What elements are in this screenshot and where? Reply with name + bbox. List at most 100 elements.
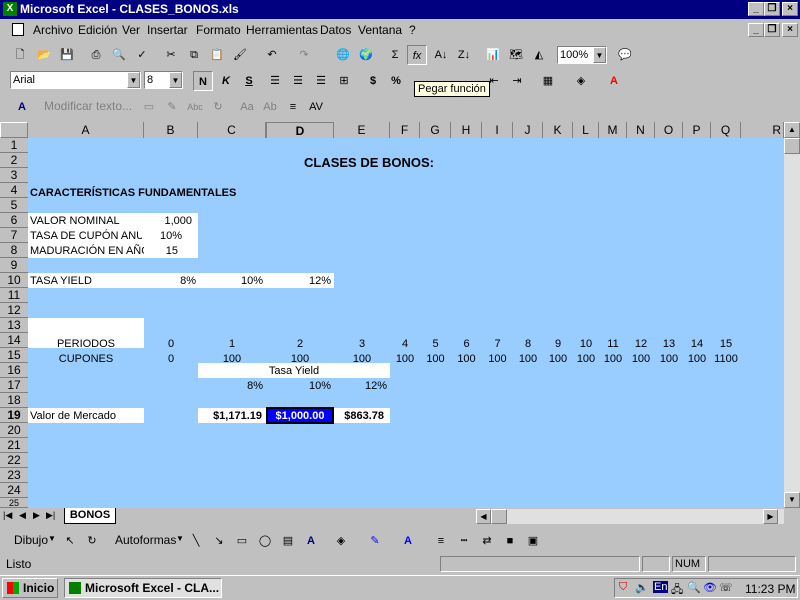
row-header[interactable]: 20: [0, 423, 28, 438]
column-header[interactable]: E: [334, 122, 390, 138]
close-button[interactable]: ×: [782, 2, 798, 16]
zoom-select[interactable]: 100% ▼: [557, 46, 607, 64]
font-select[interactable]: Arial ▼: [10, 71, 141, 89]
column-header[interactable]: A: [28, 122, 144, 138]
row-header[interactable]: 2: [0, 153, 28, 168]
language-indicator[interactable]: En: [653, 581, 669, 593]
scroll-left-button[interactable]: ◀: [476, 509, 491, 524]
row-header[interactable]: 19: [0, 408, 28, 423]
cell-value[interactable]: 3: [334, 337, 390, 351]
column-header[interactable]: J: [513, 122, 543, 138]
same-height-icon[interactable]: Aa: [237, 97, 257, 117]
scroll-thumb[interactable]: [784, 138, 800, 154]
column-header[interactable]: D: [266, 122, 334, 138]
cell-value[interactable]: 15: [711, 337, 741, 351]
row-header[interactable]: 13: [0, 318, 28, 333]
cell-value[interactable]: 8%: [144, 274, 196, 288]
bold-icon[interactable]: N: [193, 71, 213, 91]
sort-descending-icon[interactable]: Z↓: [454, 45, 474, 65]
scroll-down-button[interactable]: ▼: [784, 492, 800, 508]
menu-ventana[interactable]: Ventana: [358, 20, 402, 40]
row-header[interactable]: 3: [0, 168, 28, 183]
insert-wordart-icon[interactable]: A: [301, 531, 321, 551]
chevron-down-icon[interactable]: ▼: [593, 47, 606, 63]
print-icon[interactable]: ⎙: [86, 45, 106, 65]
menu-formato[interactable]: Formato: [196, 20, 241, 40]
column-header[interactable]: O: [655, 122, 683, 138]
sheet-area[interactable]: CLASES DE BONOS: CARACTERÍSTICAS FUNDAME…: [28, 138, 784, 508]
doc-close-button[interactable]: ×: [782, 23, 798, 37]
menu-herramientas[interactable]: Herramientas: [246, 20, 318, 40]
cell-value[interactable]: 100: [655, 352, 683, 366]
line-icon[interactable]: ╲: [186, 531, 206, 551]
align-right-icon[interactable]: ☰: [311, 71, 331, 91]
select-pointer-icon[interactable]: ↖: [60, 531, 80, 551]
search-icon[interactable]: 🔍: [687, 581, 701, 594]
indent-icon[interactable]: ⇥: [507, 71, 527, 91]
row-header[interactable]: 24: [0, 483, 28, 498]
free-rotate-icon[interactable]: ↻: [208, 97, 228, 117]
shadow-icon[interactable]: ■: [500, 531, 520, 551]
row-header[interactable]: 6: [0, 213, 28, 228]
cell-value[interactable]: 1,000: [144, 214, 192, 228]
cell-label[interactable]: TASA DE CUPÓN ANUA: [30, 229, 142, 243]
spelling-icon[interactable]: ✓: [132, 45, 152, 65]
undo-icon[interactable]: ↶: [262, 45, 282, 65]
minimize-button[interactable]: _: [748, 2, 764, 16]
tab-nav-last-icon[interactable]: ▶|: [46, 510, 55, 521]
cell-value[interactable]: 10%: [198, 274, 263, 288]
cell-value[interactable]: 10: [573, 337, 599, 351]
dibujo-menu[interactable]: Dibujo: [14, 533, 48, 547]
alignment-icon[interactable]: ≡: [283, 97, 303, 117]
row-header[interactable]: 16: [0, 363, 28, 378]
wordart-shape-icon[interactable]: Abc: [185, 97, 205, 117]
char-spacing-icon[interactable]: AV: [306, 97, 326, 117]
selected-cell[interactable]: $1,000.00: [266, 407, 334, 424]
cell-value[interactable]: 6: [451, 337, 482, 351]
doc-restore-button[interactable]: ❐: [764, 23, 780, 37]
menu-edicion[interactable]: Edición: [78, 20, 117, 40]
autoformas-menu[interactable]: Autoformas: [115, 533, 176, 547]
cell-label[interactable]: VALOR NOMINAL: [30, 214, 144, 228]
chevron-down-icon[interactable]: ▼: [127, 72, 140, 88]
phone-icon[interactable]: ☏: [719, 581, 733, 594]
hyperlink-icon[interactable]: 🌐: [333, 45, 353, 65]
paste-function-icon[interactable]: fx: [407, 45, 427, 65]
align-center-icon[interactable]: ☰: [288, 71, 308, 91]
cell-label[interactable]: PERIODOS: [28, 337, 144, 351]
map-icon[interactable]: 🗺: [506, 45, 526, 65]
row-header[interactable]: 7: [0, 228, 28, 243]
column-header[interactable]: K: [543, 122, 573, 138]
row-header[interactable]: 8: [0, 243, 28, 258]
cell-value[interactable]: 11: [599, 337, 627, 351]
start-button[interactable]: Inicio: [2, 578, 58, 598]
cell-value[interactable]: 0: [144, 337, 198, 351]
cell-label[interactable]: TASA YIELD: [30, 274, 92, 288]
cell-value[interactable]: 5: [420, 337, 451, 351]
sheet-tab[interactable]: BONOS: [64, 508, 116, 524]
cell-label[interactable]: MADURACIÓN EN AÑOS: [30, 244, 144, 258]
tab-nav-prev-icon[interactable]: ◀: [19, 510, 26, 521]
network-icon[interactable]: 🖧: [671, 581, 683, 600]
cell-value[interactable]: $863.78: [334, 409, 384, 423]
drawing-icon[interactable]: ◭: [529, 45, 549, 65]
column-header[interactable]: Q: [711, 122, 741, 138]
cell-value[interactable]: 12%: [266, 274, 331, 288]
cell-value[interactable]: 100: [627, 352, 655, 366]
cell-value[interactable]: 10%: [266, 379, 331, 393]
menu-archivo[interactable]: Archivo: [33, 20, 73, 40]
arrow-style-icon[interactable]: ⇄: [477, 531, 497, 551]
wordart-icon[interactable]: A: [12, 97, 32, 117]
row-header[interactable]: 10: [0, 273, 28, 288]
menu-datos[interactable]: Datos: [320, 20, 351, 40]
chevron-down-icon[interactable]: ▼: [176, 534, 184, 543]
row-header[interactable]: 14: [0, 333, 28, 348]
taskbar-task-excel[interactable]: Microsoft Excel - CLA...: [64, 578, 222, 598]
rotate-icon[interactable]: ↻: [82, 531, 102, 551]
clock[interactable]: 11:23 PM: [745, 582, 795, 596]
percent-icon[interactable]: %: [386, 71, 406, 91]
cell-value[interactable]: 100: [543, 352, 573, 366]
menu-help[interactable]: ?: [409, 20, 416, 40]
autosum-icon[interactable]: Σ: [385, 45, 405, 65]
wordart-format-icon[interactable]: ✎: [162, 97, 182, 117]
